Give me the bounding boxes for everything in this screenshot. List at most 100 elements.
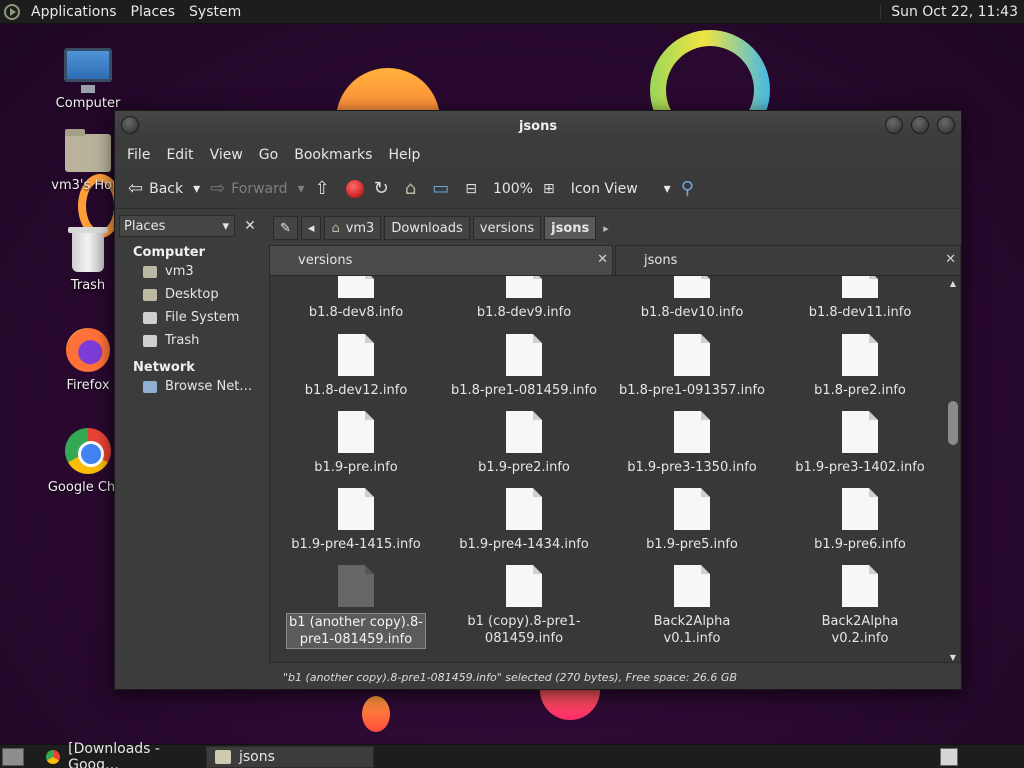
menu-places[interactable]: Places: [124, 0, 183, 24]
sidebar-item-file-system[interactable]: File System: [119, 306, 264, 329]
chevron-left-icon: ◂: [307, 220, 315, 236]
tab-label: jsons: [644, 253, 678, 268]
reload-icon: ↻: [373, 178, 389, 199]
menu-edit[interactable]: Edit: [158, 147, 201, 163]
show-desktop-icon[interactable]: [2, 747, 24, 766]
forward-history-dropdown[interactable]: ▾: [293, 174, 310, 204]
places-sidebar: Places ▾ ✕ Computer vm3 Desktop File Sys…: [119, 215, 264, 661]
path-scroll-left-button[interactable]: ◂: [300, 216, 322, 240]
distro-logo-icon[interactable]: [0, 0, 24, 24]
file-item[interactable]: b1.8-dev11.info: [776, 276, 944, 321]
file-label: b1.8-pre1-091357.info: [618, 383, 766, 398]
scroll-thumb[interactable]: [948, 401, 958, 445]
file-item[interactable]: b1.9-pre.info: [272, 411, 440, 476]
search-button[interactable]: ⚲: [676, 174, 705, 204]
computer-button[interactable]: ▭: [427, 174, 460, 204]
file-label: b1.9-pre2.info: [478, 460, 570, 475]
maximize-button[interactable]: [911, 116, 929, 134]
sidebar-item-trash[interactable]: Trash: [119, 329, 264, 352]
sidebar-pane-select[interactable]: Places ▾: [119, 215, 235, 237]
stop-button[interactable]: [341, 174, 369, 204]
menu-system[interactable]: System: [182, 0, 248, 24]
sidebar-item-browse-network[interactable]: Browse Net…: [119, 375, 264, 398]
view-mode-select[interactable]: Icon View ▾: [566, 174, 676, 204]
file-item[interactable]: b1.8-dev12.info: [272, 334, 440, 399]
file-item[interactable]: b1.8-dev9.info: [440, 276, 608, 321]
workspace-switcher[interactable]: [940, 747, 958, 766]
menu-help[interactable]: Help: [380, 147, 428, 163]
file-item[interactable]: b1.8-pre2.info: [776, 334, 944, 399]
close-icon[interactable]: ✕: [597, 252, 608, 267]
file-item[interactable]: b1.9-pre4-1434.info: [440, 488, 608, 553]
computer-icon: [64, 48, 112, 93]
up-arrow-icon: ⇧: [314, 178, 330, 199]
file-item[interactable]: b1.8-pre1-091357.info: [608, 334, 776, 399]
path-segment-versions[interactable]: versions: [472, 216, 542, 240]
file-item[interactable]: b1.8-pre1-081459.info: [440, 334, 608, 399]
forward-button[interactable]: ⇨ Forward: [205, 174, 292, 204]
document-icon: [842, 276, 878, 298]
chevron-right-icon[interactable]: ▸: [603, 222, 609, 235]
tab-versions[interactable]: versions ✕: [269, 245, 613, 275]
task-chrome-downloads[interactable]: [Downloads - Goog…: [38, 741, 206, 768]
search-icon: ⚲: [680, 178, 694, 199]
zoom-out-button[interactable]: ⊟: [460, 174, 488, 204]
file-item[interactable]: b1.8-dev8.info: [272, 276, 440, 321]
file-item[interactable]: Back2Alpha v0.1.info: [608, 565, 776, 647]
window-menu-button[interactable]: [121, 116, 139, 134]
file-item[interactable]: b1.9-pre3-1350.info: [608, 411, 776, 476]
path-segment-downloads[interactable]: Downloads: [384, 216, 470, 240]
icon-view[interactable]: b1.8-dev8.info b1.8-dev9.info b1.8-dev10.i…: [269, 275, 961, 663]
chrome-icon: [65, 428, 111, 474]
file-item[interactable]: b1 (copy).8-pre1-081459.info: [440, 565, 608, 647]
file-item[interactable]: b1.9-pre2.info: [440, 411, 608, 476]
titlebar[interactable]: jsons: [115, 111, 961, 141]
menu-file[interactable]: File: [119, 147, 158, 163]
menu-applications[interactable]: Applications: [24, 0, 124, 24]
sidebar-item-label: Trash: [165, 333, 200, 348]
document-icon: [674, 334, 710, 376]
zoom-level[interactable]: 100%: [488, 174, 538, 204]
scroll-track[interactable]: [947, 289, 959, 653]
close-icon[interactable]: ✕: [945, 252, 956, 267]
sidebar-item-vm3[interactable]: vm3: [119, 260, 264, 283]
reload-button[interactable]: ↻: [369, 174, 400, 204]
document-icon: [338, 334, 374, 376]
file-item[interactable]: b1 (another copy).8-pre1-081459.info: [272, 565, 440, 649]
file-label: b1.8-dev8.info: [308, 305, 404, 320]
close-button[interactable]: [937, 116, 955, 134]
firefox-icon: [66, 328, 110, 372]
path-segment-vm3[interactable]: ⌂ vm3: [324, 216, 382, 240]
file-item[interactable]: b1.8-dev10.info: [608, 276, 776, 321]
file-item[interactable]: Back2Alpha v0.2.info: [776, 565, 944, 647]
file-item[interactable]: b1.9-pre5.info: [608, 488, 776, 553]
sidebar-close-icon[interactable]: ✕: [239, 215, 261, 237]
sidebar-item-desktop[interactable]: Desktop: [119, 283, 264, 306]
file-label: b1.9-pre3-1402.info: [795, 460, 925, 475]
up-button[interactable]: ⇧: [310, 174, 341, 204]
scrollbar[interactable]: ▲ ▼: [947, 279, 959, 663]
back-history-dropdown[interactable]: ▾: [188, 174, 205, 204]
edit-location-button[interactable]: ✎: [273, 216, 298, 240]
tab-jsons[interactable]: jsons ✕: [615, 245, 961, 275]
menu-bookmarks[interactable]: Bookmarks: [286, 147, 380, 163]
scroll-down-icon[interactable]: ▼: [947, 653, 959, 663]
document-icon: [842, 334, 878, 376]
zoom-in-button[interactable]: ⊞: [538, 174, 566, 204]
scroll-up-icon[interactable]: ▲: [947, 279, 959, 289]
edit-icon: ✎: [280, 220, 291, 236]
minimize-button[interactable]: [885, 116, 903, 134]
back-button[interactable]: ⇦ Back: [123, 174, 188, 204]
desktop-icon-computer[interactable]: Computer: [42, 48, 134, 111]
menu-go[interactable]: Go: [251, 147, 286, 163]
sidebar-group-computer: Computer: [133, 245, 206, 260]
task-jsons[interactable]: jsons: [206, 745, 374, 768]
path-segment-jsons[interactable]: jsons: [544, 216, 597, 240]
file-item[interactable]: b1.9-pre4-1415.info: [272, 488, 440, 553]
home-button[interactable]: ⌂: [400, 174, 427, 204]
file-item[interactable]: b1.9-pre3-1402.info: [776, 411, 944, 476]
clock[interactable]: Sun Oct 22, 11:43: [880, 3, 1024, 20]
sidebar-item-label: vm3: [165, 264, 194, 279]
file-item[interactable]: b1.9-pre6.info: [776, 488, 944, 553]
menu-view[interactable]: View: [202, 147, 251, 163]
